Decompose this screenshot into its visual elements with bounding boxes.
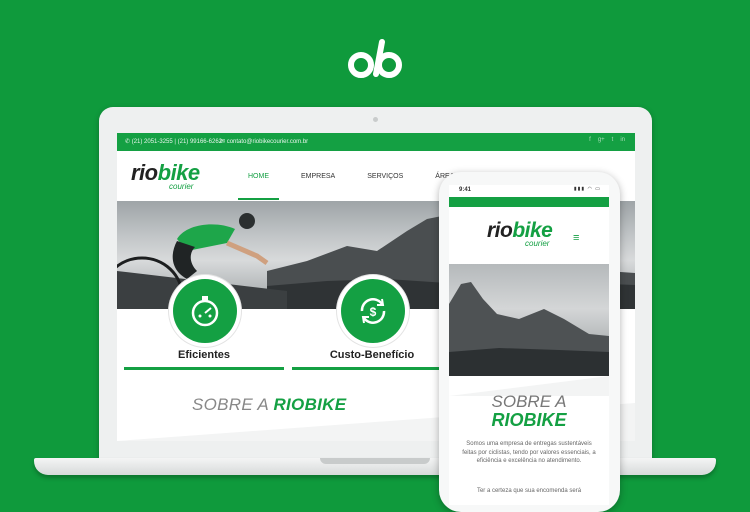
menu-item-empresa[interactable]: EMPRESA xyxy=(301,173,335,180)
feature-title-custo: Custo-Benefício xyxy=(329,349,415,361)
google-plus-icon[interactable]: g+ xyxy=(598,137,605,143)
phone-topbar xyxy=(449,197,609,207)
about-paragraph: Somos uma empresa de entregas sustentáve… xyxy=(462,441,596,464)
linkedin-icon[interactable]: in xyxy=(620,137,625,143)
social-links: f g+ t in xyxy=(589,137,625,143)
phone-numbers: ✆ (21) 2051-3255 | (21) 99166-6262 xyxy=(125,139,222,145)
feature-badge-eficientes xyxy=(173,279,237,343)
contact-topbar: ✆ (21) 2051-3255 | (21) 99166-6262 ✉ con… xyxy=(117,133,635,151)
sugarloaf-mountains xyxy=(449,282,609,376)
hamburger-icon[interactable]: ≡ xyxy=(573,232,579,244)
status-bar: 9:41 ▮▮▮ ◠ ▭ xyxy=(449,185,609,195)
facebook-icon[interactable]: f xyxy=(589,137,591,143)
ob-logo-icon xyxy=(345,38,407,80)
svg-text:$: $ xyxy=(370,305,377,319)
phone-sobre-heading: SOBRE A RIOBIKE xyxy=(491,392,567,430)
money-exchange-icon: $ xyxy=(360,298,386,324)
menu-item-servicos[interactable]: SERVIÇOS xyxy=(367,173,403,180)
twitter-icon[interactable]: t xyxy=(612,137,614,143)
laptop-camera xyxy=(373,117,378,122)
about-paragraph-2: Ter a certeza que sua encomenda será xyxy=(476,488,582,494)
feature-underline xyxy=(292,367,452,370)
stopwatch-icon xyxy=(191,296,219,327)
feature-badge-custo: $ xyxy=(341,279,405,343)
sobre-heading: SOBRE A RIOBIKE xyxy=(192,395,347,414)
menu-item-home[interactable]: HOME xyxy=(238,173,279,200)
contact-email[interactable]: ✉ contato@riobikecourier.com.br xyxy=(220,138,308,145)
phone-screen: 9:41 ▮▮▮ ◠ ▭ riobike courier ≡ SOBRE A R… xyxy=(449,185,609,505)
status-time: 9:41 xyxy=(459,187,472,193)
riobike-logo[interactable]: riobike courier xyxy=(131,162,200,192)
feature-underline xyxy=(124,367,284,370)
status-icons: ▮▮▮ ◠ ▭ xyxy=(573,186,601,192)
phone-hero-image xyxy=(449,264,609,376)
feature-title-eficientes: Eficientes xyxy=(178,349,230,361)
laptop-notch xyxy=(320,458,430,464)
riobike-logo[interactable]: riobike courier xyxy=(487,220,553,248)
